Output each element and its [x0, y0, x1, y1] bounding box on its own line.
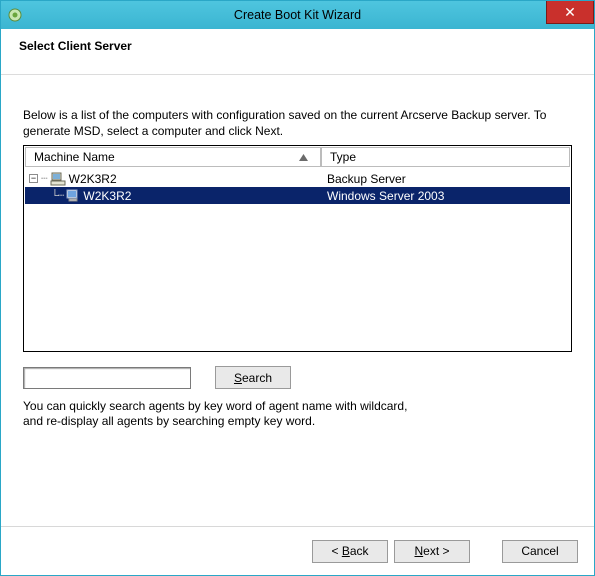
intro-text: Below is a list of the computers with co… — [23, 107, 572, 139]
app-icon — [7, 7, 23, 23]
column-header-type[interactable]: Type — [321, 147, 570, 167]
btn-text: ext > — [423, 544, 449, 558]
tree-node-type: Windows Server 2003 — [321, 189, 570, 203]
close-button[interactable]: ✕ — [546, 1, 594, 24]
column-header-row: Machine Name Type — [25, 147, 570, 167]
search-hint: You can quickly search agents by key wor… — [23, 399, 572, 429]
btn-text: < — [331, 544, 341, 558]
expand-collapse-icon[interactable]: − — [29, 174, 38, 183]
btn-mnemonic: N — [414, 544, 423, 558]
back-button[interactable]: < Back — [312, 540, 388, 563]
tree-row-root[interactable]: − ┄ W2K3R2 Backup Server — [25, 170, 570, 187]
btn-mnemonic: B — [342, 544, 350, 558]
tree-connector-icon: ┄ — [41, 172, 47, 185]
page-heading: Select Client Server — [19, 39, 582, 53]
column-header-machine-name[interactable]: Machine Name — [25, 147, 321, 167]
titlebar[interactable]: Create Boot Kit Wizard ✕ — [1, 1, 594, 29]
search-button[interactable]: Search — [215, 366, 291, 389]
column-label: Machine Name — [34, 150, 115, 164]
computer-icon — [65, 189, 81, 203]
cancel-button[interactable]: Cancel — [502, 540, 578, 563]
hint-line: and re-display all agents by searching e… — [23, 414, 572, 429]
wizard-window: Create Boot Kit Wizard ✕ Select Client S… — [0, 0, 595, 576]
tree-node-name: W2K3R2 — [83, 189, 131, 203]
tree-connector-icon: └┄ — [51, 189, 63, 202]
header-zone: Select Client Server — [1, 29, 594, 75]
tree-body[interactable]: − ┄ W2K3R2 Backup Server — [25, 167, 570, 350]
btn-text: earch — [242, 371, 272, 385]
search-row: Search — [23, 366, 572, 389]
server-icon — [50, 172, 66, 186]
window-title: Create Boot Kit Wizard — [1, 8, 594, 22]
search-input[interactable] — [23, 367, 191, 389]
tree-row-child-selected[interactable]: └┄ W2K3R2 Windows Server 2003 — [25, 187, 570, 204]
column-label: Type — [330, 150, 356, 164]
close-icon: ✕ — [564, 5, 576, 19]
btn-text: ack — [350, 544, 369, 558]
sort-ascending-icon — [299, 150, 308, 164]
next-button[interactable]: Next > — [394, 540, 470, 563]
tree-node-type: Backup Server — [321, 172, 570, 186]
machine-list-panel: Machine Name Type − ┄ — [23, 145, 572, 352]
wizard-footer: < Back Next > Cancel — [1, 526, 594, 575]
btn-mnemonic: S — [234, 371, 242, 385]
hint-line: You can quickly search agents by key wor… — [23, 399, 572, 414]
tree-node-name: W2K3R2 — [69, 172, 117, 186]
content-area: Below is a list of the computers with co… — [1, 75, 594, 526]
